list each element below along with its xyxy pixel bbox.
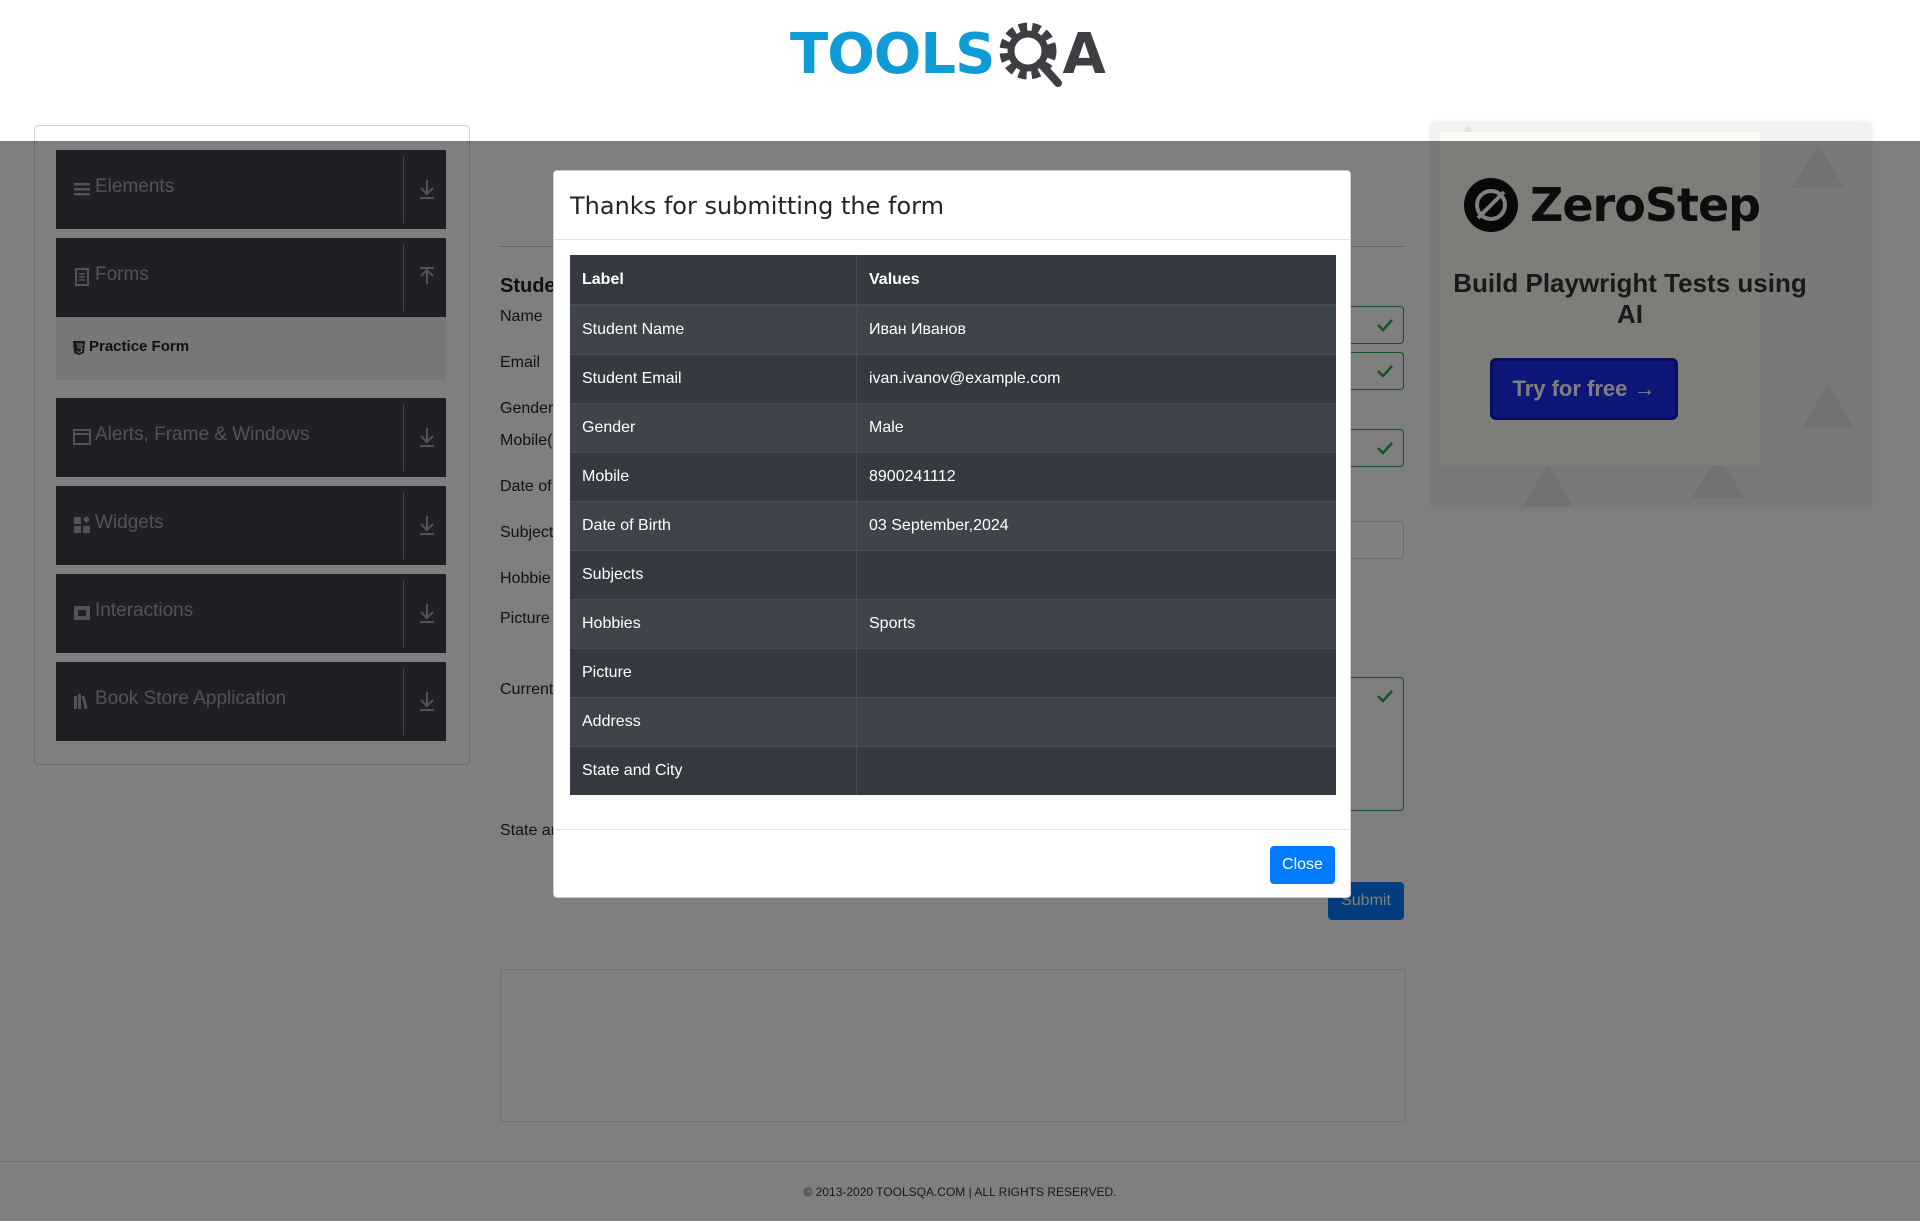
table-row: Address — [570, 697, 1336, 747]
row-label: Student Email — [570, 354, 857, 404]
row-label: Student Name — [570, 304, 857, 355]
row-value: Male — [856, 403, 1336, 453]
submission-modal: Thanks for submitting the form Label Val… — [553, 170, 1351, 898]
table-row: Student Email ivan.ivanov@example.com — [570, 354, 1336, 404]
row-value — [856, 550, 1336, 600]
table-row: Mobile 8900241112 — [570, 452, 1336, 502]
row-value — [856, 697, 1336, 747]
row-label: Mobile — [570, 452, 857, 502]
row-label: Subjects — [570, 550, 857, 600]
column-header-label: Label — [570, 255, 857, 306]
row-value — [856, 746, 1336, 795]
table-header-row: Label Values — [570, 255, 1336, 306]
row-label: Picture — [570, 648, 857, 698]
row-value — [856, 648, 1336, 698]
gear-magnifier-icon — [999, 22, 1063, 87]
logo-text-tools: TOOLS — [790, 21, 995, 87]
column-header-values: Values — [856, 255, 1336, 306]
row-value: Sports — [856, 599, 1336, 649]
row-label: Hobbies — [570, 599, 857, 649]
row-value: 03 September,2024 — [856, 501, 1336, 551]
modal-footer: Close — [554, 829, 1350, 898]
table-row: Picture — [570, 648, 1336, 698]
row-label: Address — [570, 697, 857, 747]
toolsqa-logo[interactable]: TOOLS A — [790, 14, 1106, 94]
table-row: Student Name Иван Иванов — [570, 304, 1336, 355]
site-header: TOOLS A — [0, 0, 1920, 141]
table-row: Subjects — [570, 550, 1336, 600]
row-label: Gender — [570, 403, 857, 453]
row-value: 8900241112 — [856, 452, 1336, 502]
results-table: Label Values Student Name Иван Иванов St… — [570, 255, 1336, 795]
row-label: Date of Birth — [570, 501, 857, 551]
modal-title: Thanks for submitting the form — [570, 192, 944, 220]
modal-body: Label Values Student Name Иван Иванов St… — [570, 255, 1336, 795]
table-row: Gender Male — [570, 403, 1336, 453]
logo-text-a: A — [1062, 21, 1106, 87]
close-button[interactable]: Close — [1270, 846, 1335, 884]
table-row: Hobbies Sports — [570, 599, 1336, 649]
table-row: Date of Birth 03 September,2024 — [570, 501, 1336, 551]
table-row: State and City — [570, 746, 1336, 795]
row-label: State and City — [570, 746, 857, 795]
row-value: ivan.ivanov@example.com — [856, 354, 1336, 404]
row-value: Иван Иванов — [856, 304, 1336, 355]
modal-header: Thanks for submitting the form — [554, 171, 1350, 240]
